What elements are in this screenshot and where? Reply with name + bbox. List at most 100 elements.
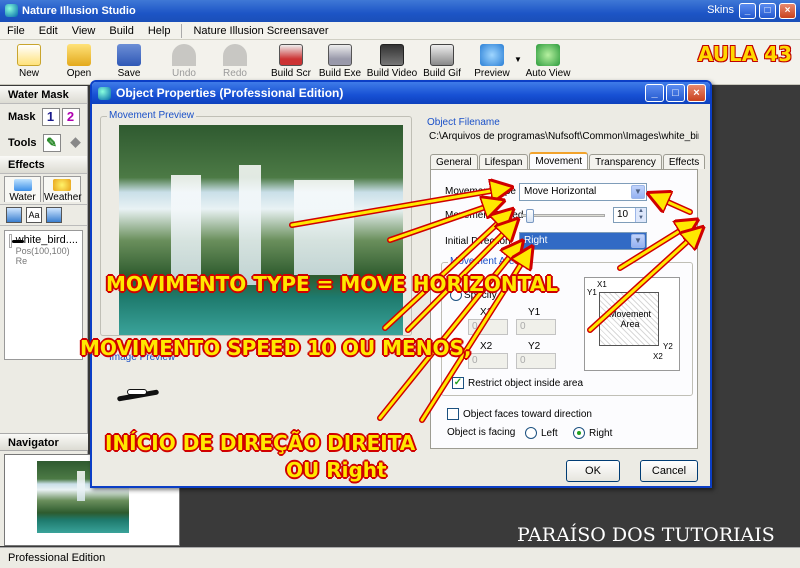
undo-button[interactable]: Undo (158, 44, 210, 79)
tab-lifespan[interactable]: Lifespan (478, 154, 529, 169)
diagram-y2: Y2 (663, 342, 673, 351)
build-scr-icon (279, 44, 303, 66)
diagram-x2: X2 (653, 352, 663, 361)
waterfall-shape (294, 180, 354, 275)
pencil-icon[interactable]: ✎ (42, 134, 61, 152)
menu-file[interactable]: File (0, 25, 32, 37)
build-scr-label: Build Scr (270, 68, 311, 79)
list-item[interactable]: white_bird.... Pos(100,100) Re (5, 231, 82, 269)
close-icon[interactable]: × (779, 3, 796, 19)
film-icon (380, 44, 404, 66)
mask-2-button[interactable]: 2 (61, 108, 80, 126)
build-exe-button[interactable]: Build Exe (314, 44, 366, 79)
initial-direction-value: Right (524, 235, 548, 246)
auto-view-icon (536, 44, 560, 66)
auto-view-button[interactable]: Auto View (522, 44, 574, 79)
restrict-label: Restrict object inside area (468, 378, 584, 389)
facing-right-label: Right (589, 428, 613, 439)
movement-type-select[interactable]: Move Horizontal ▼ (519, 183, 647, 201)
minimize-icon[interactable]: _ (739, 3, 756, 19)
dialog-minimize-icon[interactable]: _ (645, 84, 664, 102)
redo-arrow-icon (223, 44, 247, 66)
effect-tab-water-label: Water (9, 192, 36, 203)
x2-field[interactable]: 0 (468, 353, 508, 369)
menu-view[interactable]: View (65, 25, 103, 37)
build-video-button[interactable]: Build Video (366, 44, 418, 79)
slider-thumb[interactable] (525, 209, 534, 223)
chevron-down-icon[interactable]: ▼ (514, 55, 522, 64)
build-gif-label: Build Gif (423, 68, 461, 79)
tab-effects[interactable]: Effects (662, 154, 706, 169)
navigator-header: Navigator (0, 433, 88, 451)
dialog-maximize-icon[interactable]: □ (666, 84, 685, 102)
white-bird-image (116, 387, 160, 402)
menu-help[interactable]: Help (141, 25, 178, 37)
build-video-label: Build Video (366, 68, 418, 79)
y1-field[interactable]: 0 (516, 319, 556, 335)
menu-edit[interactable]: Edit (32, 25, 65, 37)
edit-object-icon[interactable] (46, 207, 62, 223)
tools-label: Tools (8, 137, 37, 149)
new-button[interactable]: New (3, 44, 55, 79)
water-icon (13, 179, 32, 191)
movement-speed-slider[interactable] (521, 209, 605, 223)
movement-preview-image (119, 125, 403, 335)
app-title-bar: Nature Illusion Studio Skins _ □ × (0, 0, 800, 22)
build-gif-icon (430, 44, 454, 66)
lesson-badge: AULA 43 (697, 42, 792, 66)
cancel-button[interactable]: Cancel (640, 460, 698, 482)
open-folder-icon (67, 44, 91, 66)
add-image-icon[interactable] (6, 207, 22, 223)
open-button[interactable]: Open (53, 44, 105, 79)
waterfall-shape (239, 165, 261, 285)
waterfall-shape (171, 175, 201, 285)
dialog-title: Object Properties (Professional Edition) (116, 86, 344, 100)
tab-general[interactable]: General (430, 154, 478, 169)
tab-transparency[interactable]: Transparency (589, 154, 662, 169)
annotation-movement-speed: MOVIMENTO SPEED 10 OU MENOS, (80, 336, 472, 360)
movement-speed-stepper[interactable]: 10 ▲ ▼ (613, 207, 647, 223)
y1-value: 0 (520, 321, 526, 332)
effect-tab-weather[interactable]: Weather (43, 176, 82, 203)
waterfall-shape (77, 471, 85, 501)
menu-screensaver[interactable]: Nature Illusion Screensaver (186, 25, 335, 37)
effect-tab-water[interactable]: Water (4, 176, 41, 203)
initial-direction-select[interactable]: Right ▼ (519, 232, 647, 250)
y2-value: 0 (520, 355, 526, 366)
eraser-icon[interactable]: ◆ (67, 134, 85, 152)
movement-area-diagram: X1 Y1 Movement Area Y2 X2 (584, 277, 680, 371)
add-text-icon[interactable]: Aa (26, 207, 42, 223)
menu-bar: File Edit View Build Help Nature Illusio… (0, 22, 800, 40)
build-scr-button[interactable]: Build Scr (265, 44, 317, 79)
facing-right-radio[interactable] (573, 427, 585, 439)
facing-left-radio[interactable] (525, 427, 537, 439)
open-label: Open (66, 68, 92, 79)
diagram-area-text: Movement Area (608, 309, 652, 329)
movement-type-value: Move Horizontal (524, 186, 597, 197)
tab-movement[interactable]: Movement (529, 152, 589, 169)
mask-1-button[interactable]: 1 (41, 108, 60, 126)
skins-menu[interactable]: Skins (707, 4, 734, 16)
status-bar: Professional Edition (0, 547, 800, 568)
ok-button[interactable]: OK (566, 460, 620, 482)
faces-direction-checkbox[interactable] (447, 408, 459, 420)
stepper-arrows-icon[interactable]: ▲ ▼ (635, 208, 646, 222)
build-gif-button[interactable]: Build Gif (416, 44, 468, 79)
preview-button[interactable]: Preview (466, 44, 518, 79)
redo-button[interactable]: Redo (209, 44, 261, 79)
save-button[interactable]: Save (103, 44, 155, 79)
maximize-icon[interactable]: □ (759, 3, 776, 19)
undo-label: Undo (172, 68, 196, 79)
redo-label: Redo (223, 68, 247, 79)
menu-build[interactable]: Build (102, 25, 140, 37)
app-title: Nature Illusion Studio (22, 5, 136, 17)
chevron-down-icon: ▼ (631, 234, 645, 248)
restrict-checkbox[interactable]: ✓ (452, 377, 464, 389)
x1-field[interactable]: 0 (468, 319, 508, 335)
dialog-close-icon[interactable]: × (687, 84, 706, 102)
menu-divider (181, 23, 183, 38)
effects-header: Effects (0, 156, 87, 174)
y2-field[interactable]: 0 (516, 353, 556, 369)
y2-label: Y2 (528, 341, 541, 352)
build-exe-label: Build Exe (318, 68, 362, 79)
